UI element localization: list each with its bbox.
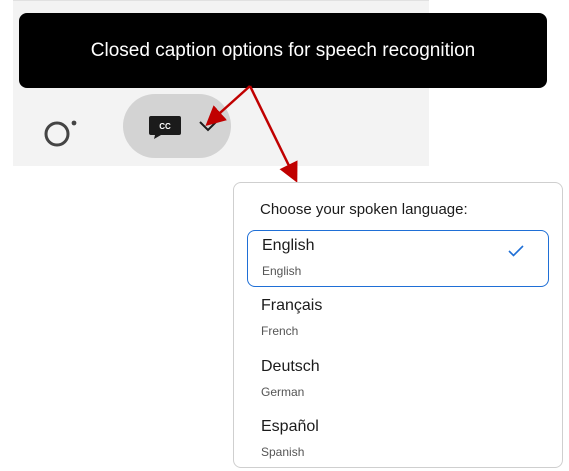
- language-name: Español: [261, 418, 319, 435]
- language-option-german[interactable]: Deutsch German: [247, 352, 549, 409]
- closed-caption-button[interactable]: CC: [123, 94, 231, 158]
- language-option-spanish[interactable]: Español Spanish: [247, 412, 549, 467]
- recording-ring-icon[interactable]: [42, 117, 82, 149]
- checkmark-icon: [508, 245, 524, 257]
- closed-caption-icon: CC: [149, 116, 181, 139]
- caption-options-tooltip: Closed caption options for speech recogn…: [19, 13, 547, 88]
- cc-icon-text: CC: [159, 122, 171, 131]
- language-name: English: [262, 237, 315, 254]
- language-sublabel: German: [261, 385, 305, 399]
- language-sublabel: French: [261, 324, 299, 338]
- language-sublabel: English: [262, 264, 302, 278]
- language-sublabel: Spanish: [261, 445, 305, 459]
- language-name: Deutsch: [261, 358, 320, 375]
- language-option-french[interactable]: Français French: [247, 291, 549, 348]
- language-name: Français: [261, 297, 323, 314]
- tooltip-text: Closed caption options for speech recogn…: [90, 39, 476, 61]
- language-option-english[interactable]: English English: [247, 230, 549, 287]
- chevron-down-icon[interactable]: [197, 119, 219, 133]
- dropdown-title: Choose your spoken language:: [260, 201, 468, 218]
- spoken-language-dropdown: Choose your spoken language: English Eng…: [233, 182, 563, 468]
